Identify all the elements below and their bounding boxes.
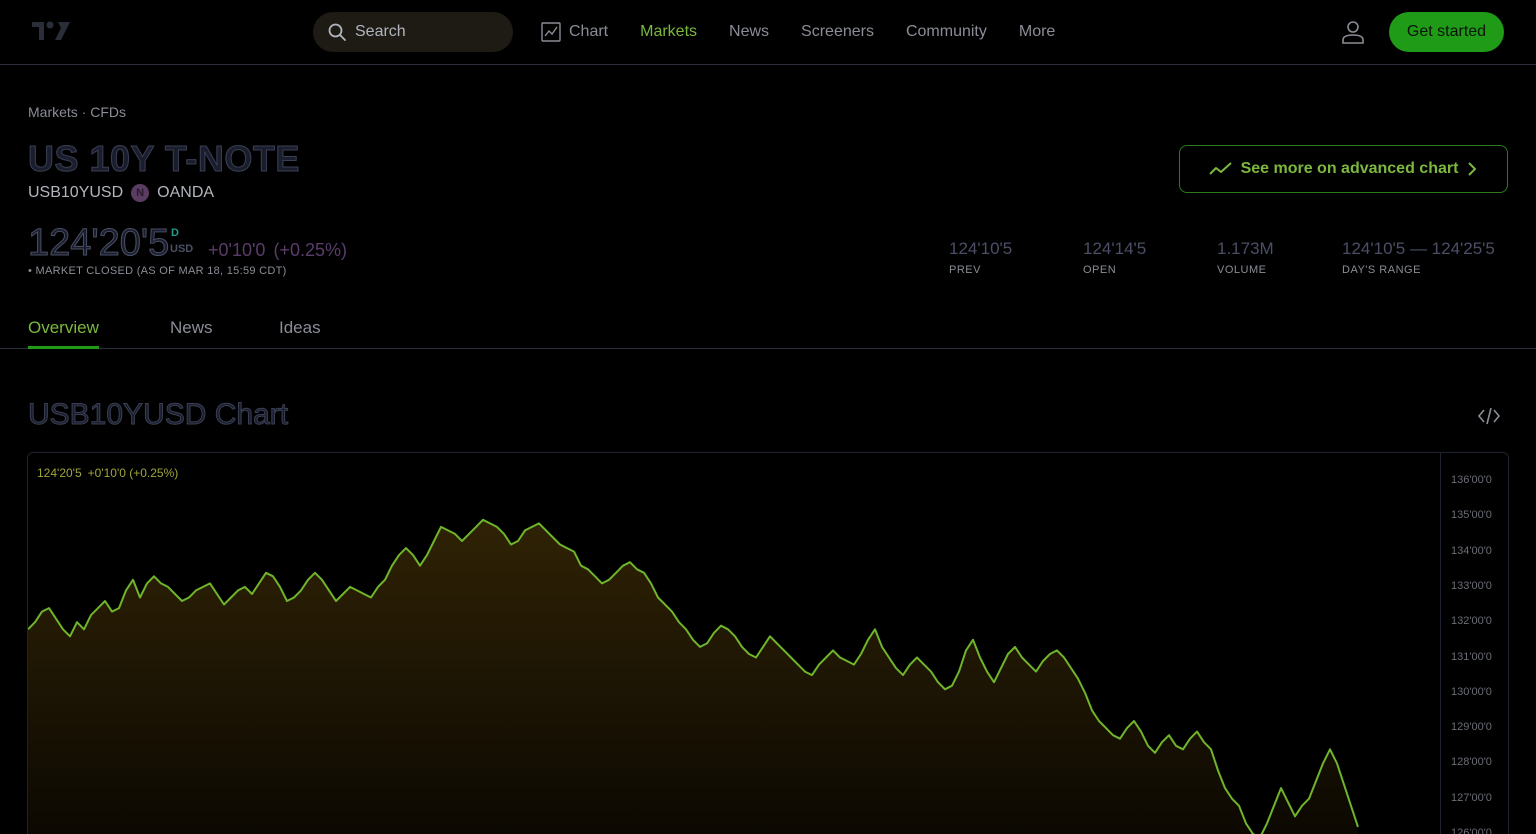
tab-news[interactable]: News bbox=[170, 318, 213, 349]
trend-line-icon bbox=[1208, 162, 1232, 175]
symbol-title: US 10Y T-NOTE bbox=[28, 138, 300, 180]
price-area-fill bbox=[28, 519, 1358, 834]
advanced-chart-label: See more on advanced chart bbox=[1240, 160, 1459, 177]
stat-prev-value: 124'10'5 bbox=[949, 239, 1013, 258]
breadcrumb[interactable]: Markets · CFDs bbox=[28, 104, 126, 120]
search-icon bbox=[328, 23, 346, 41]
y-tick-label: 134'00'0 bbox=[1451, 544, 1492, 557]
stat-open: 124'14'5 OPEN bbox=[1083, 239, 1146, 276]
stat-days-range-label: DAY'S RANGE bbox=[1342, 264, 1421, 276]
tab-overview[interactable]: Overview bbox=[28, 318, 99, 349]
nav-markets[interactable]: Markets bbox=[640, 21, 697, 43]
chart-icon bbox=[541, 22, 561, 42]
price-change: +0'10'0 (+0.25%) bbox=[208, 240, 355, 261]
chart-legend: 124'20'5 +0'10'0 (+0.25%) bbox=[37, 466, 184, 480]
y-tick-label: 130'00'0 bbox=[1451, 685, 1492, 698]
ticker-label: USB10YUSD bbox=[28, 184, 124, 201]
nav-chart-label: Chart bbox=[569, 23, 609, 40]
y-tick-label: 136'00'0 bbox=[1451, 474, 1492, 486]
nav-community[interactable]: Community bbox=[906, 21, 987, 43]
stat-volume: 1.173M VOLUME bbox=[1217, 239, 1274, 276]
y-tick-label: 128'00'0 bbox=[1451, 756, 1492, 769]
legend-price: 124'20'5 bbox=[37, 466, 82, 480]
stat-days-range: 124'10'5 — 124'25'5 DAY'S RANGE bbox=[1342, 239, 1495, 276]
stat-volume-label: VOLUME bbox=[1217, 264, 1267, 276]
change-percent: (+0.25%) bbox=[273, 240, 347, 260]
stat-open-value: 124'14'5 bbox=[1083, 239, 1147, 258]
nav-more[interactable]: More bbox=[1019, 21, 1055, 43]
stat-days-range-value: 124'10'5 — 124'25'5 bbox=[1342, 239, 1495, 258]
y-tick-label: 135'00'0 bbox=[1451, 509, 1492, 522]
embed-code-icon[interactable] bbox=[1477, 405, 1501, 427]
y-tick-label: 131'00'0 bbox=[1451, 650, 1492, 663]
chart-section-title: USB10YUSD Chart bbox=[27, 398, 289, 432]
price-delay-flag: D bbox=[171, 227, 179, 239]
y-tick-label: 127'00'0 bbox=[1451, 791, 1492, 804]
nav-markets-label: Markets bbox=[640, 23, 698, 40]
nav-screeners-label: Screeners bbox=[801, 23, 874, 40]
stat-volume-value: 1.173M bbox=[1217, 239, 1274, 258]
search-bar[interactable] bbox=[313, 12, 513, 52]
y-tick-label: 126'00'0 bbox=[1451, 827, 1492, 834]
stat-prev: 124'10'5 PREV bbox=[949, 239, 1012, 276]
price-axis[interactable]: 136'00'0 135'00'0 134'00'0 133'00'0 132'00'0… bbox=[1440, 453, 1508, 834]
nav-news-label: News bbox=[729, 23, 770, 40]
site-header: Chart Markets News Screeners Community M… bbox=[0, 0, 1536, 65]
chart-plot[interactable] bbox=[28, 453, 1440, 834]
advanced-chart-button[interactable]: See more on advanced chart bbox=[1179, 145, 1508, 193]
nav-chart[interactable]: Chart bbox=[541, 21, 608, 43]
nav-news[interactable]: News bbox=[729, 21, 769, 43]
nav-screeners[interactable]: Screeners bbox=[801, 21, 874, 43]
symbol-tabs: Overview News Ideas bbox=[0, 312, 1536, 349]
price-chart[interactable]: 124'20'5 +0'10'0 (+0.25%) 136'00'0 135'00'… bbox=[27, 452, 1509, 834]
legend-change: +0'10'0 (+0.25%) bbox=[87, 466, 179, 480]
exchange-label[interactable]: OANDA bbox=[157, 184, 214, 202]
y-tick-label: 129'00'0 bbox=[1451, 721, 1492, 734]
market-status: • MARKET CLOSED (AS OF MAR 18, 15:59 CDT… bbox=[28, 265, 287, 277]
last-price: 124'20'5 bbox=[27, 222, 170, 265]
y-tick-label: 133'00'0 bbox=[1451, 579, 1492, 592]
user-icon[interactable] bbox=[1341, 19, 1365, 45]
stat-prev-label: PREV bbox=[949, 264, 981, 276]
symbol-meta: USB10YUSD N OANDA bbox=[28, 184, 214, 202]
get-started-button[interactable]: Get started bbox=[1389, 12, 1504, 52]
tab-ideas[interactable]: Ideas bbox=[279, 318, 321, 349]
price-currency: USD bbox=[170, 243, 194, 255]
search-input[interactable] bbox=[355, 23, 495, 41]
exchange-logo-icon: N bbox=[131, 184, 150, 202]
nav-more-label: More bbox=[1018, 23, 1056, 40]
main-nav: Chart Markets News Screeners Community M… bbox=[541, 21, 1055, 43]
nav-community-label: Community bbox=[905, 23, 987, 40]
tradingview-logo-icon[interactable] bbox=[32, 20, 70, 42]
stat-open-label: OPEN bbox=[1083, 264, 1117, 276]
y-tick-label: 132'00'0 bbox=[1451, 615, 1492, 628]
change-absolute: +0'10'0 bbox=[208, 240, 266, 260]
chevron-right-icon bbox=[1468, 162, 1477, 176]
